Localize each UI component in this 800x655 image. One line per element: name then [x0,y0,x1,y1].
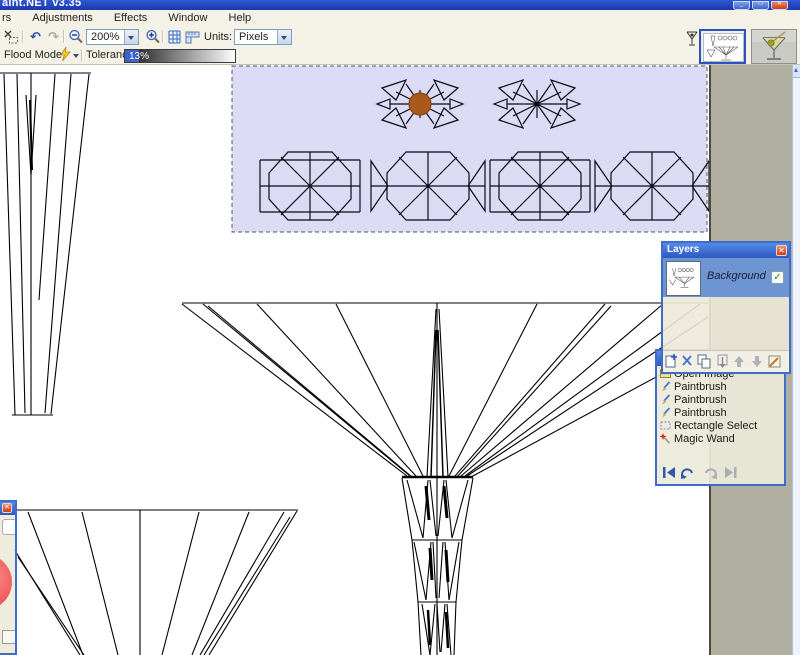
thumbnail-martini-photo[interactable] [751,29,797,64]
merge-down-icon[interactable] [718,355,727,368]
scroll-up-icon [794,68,798,72]
layers-panel-titlebar[interactable]: Layers ✕ [663,243,789,258]
canvas[interactable] [0,64,709,655]
history-item-paintbrush[interactable]: Paintbrush [657,381,784,394]
colors-close-icon[interactable]: ✕ [2,503,12,513]
colors-panel: ✕ [0,500,17,655]
flood-mode-label: Flood Mode: [4,49,65,61]
menu-window[interactable]: Window [159,10,216,26]
paintbrush-icon [660,394,671,405]
units-value: Pixels [239,31,268,43]
layers-toolbar [663,350,789,372]
paintnet-window: aint.NET v3.35 _ □ ✕ rs Adjustments Effe… [0,0,800,655]
layer-visibility-checkbox[interactable]: ✓ [771,271,784,284]
zoom-in-button[interactable] [144,29,161,45]
history-item-paintbrush[interactable]: Paintbrush [657,394,784,407]
menu-bar: rs Adjustments Effects Window Help [0,10,800,28]
menu-layers-partial[interactable]: rs [0,10,20,26]
history-rewind-icon[interactable] [663,467,675,478]
scroll-up-button[interactable] [793,64,800,78]
martini-photo-image [752,30,796,63]
zoom-level-combo[interactable]: 200% [86,29,139,45]
layer-thumbnail [666,261,701,296]
tolerance-slider[interactable]: 13% [124,49,236,63]
tool-options-bar: Flood Mode: Tolerance: 13% [0,47,800,65]
units-combo-arrow-icon[interactable] [277,30,291,44]
flood-mode-button[interactable] [57,47,74,63]
colors-more-button[interactable] [2,630,17,644]
layer-properties-icon[interactable] [769,356,780,367]
magic-wand-icon [660,433,671,444]
vertical-scrollbar[interactable] [792,64,800,655]
zoom-out-icon [68,29,84,45]
main-toolbar: ↶ ↷ 200% [0,28,800,47]
ruler-icon [185,29,201,44]
tolerance-value: 13% [129,51,149,62]
zoom-out-button[interactable] [67,29,84,45]
units-label: Units: [204,31,232,43]
rectangle-select-icon [660,420,671,431]
move-layer-down-icon[interactable] [752,356,762,367]
paintbrush-icon [660,407,671,418]
zoom-in-icon [145,29,161,45]
undo-icon: ↶ [30,29,41,44]
duplicate-layer-icon[interactable] [698,355,710,368]
deselect-icon [3,29,19,44]
colors-panel-titlebar[interactable]: ✕ [0,502,15,515]
add-layer-icon[interactable] [666,354,677,367]
history-redo-icon[interactable] [706,469,717,479]
history-item-paintbrush[interactable]: Paintbrush [657,407,784,420]
layer-name: Background [707,270,766,282]
redo-button[interactable]: ↷ [45,29,62,45]
title-bar[interactable]: aint.NET v3.35 _ □ ✕ [0,0,800,10]
units-combo[interactable]: Pixels [234,29,292,45]
image-list-glass-icon [686,29,699,48]
colors-swatch-box [2,519,17,535]
thumbnail-wireframe-image [703,33,744,62]
menu-help[interactable]: Help [220,10,261,26]
history-item-rectangle-select[interactable]: Rectangle Select [657,420,784,433]
layers-panel-title: Layers [667,244,699,255]
window-title: aint.NET v3.35 [2,0,81,9]
zoom-combo-arrow-icon[interactable] [124,30,138,44]
menu-adjustments[interactable]: Adjustments [23,10,102,26]
zoom-level-value: 200% [91,31,119,43]
layers-panel: Layers ✕ Background ✓ [661,241,791,374]
history-fast-forward-icon[interactable] [725,467,737,478]
history-undo-icon[interactable] [681,469,692,479]
thumbnail-wireframe-active[interactable] [699,29,746,64]
layer-row-background[interactable]: Background ✓ [663,258,789,297]
flood-mode-dropdown-icon[interactable] [73,54,79,58]
maximize-button[interactable]: □ [752,1,769,10]
minimize-button[interactable]: _ [733,1,750,10]
close-button[interactable]: ✕ [771,1,788,10]
layers-close-icon[interactable]: ✕ [776,245,787,256]
move-layer-up-icon[interactable] [734,356,744,367]
color-wheel[interactable] [0,554,12,610]
history-item-magic-wand[interactable]: Magic Wand [657,433,784,446]
menu-effects[interactable]: Effects [105,10,156,26]
undo-button[interactable]: ↶ [27,29,44,45]
deselect-button[interactable] [2,29,19,45]
paintbrush-icon [660,381,671,392]
grid-icon [167,29,182,44]
delete-layer-icon[interactable] [683,356,691,365]
redo-icon: ↷ [48,29,59,44]
history-nav [661,465,741,480]
grid-toggle-button[interactable] [166,29,183,45]
ruler-toggle-button[interactable] [184,29,201,45]
lightning-icon [59,47,72,62]
